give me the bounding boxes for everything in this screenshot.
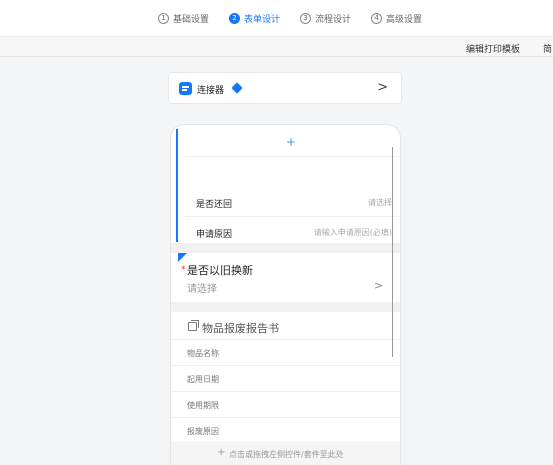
chevron-right-icon: > [377,80,388,95]
toolbar: 编辑打印模板 简 [0,37,553,57]
field-placeholder: 请输入申请原因(必填) [313,228,392,237]
step-advanced-settings[interactable]: 4 高级设置 [371,12,422,25]
connector-card[interactable]: 连接器 > [168,72,402,104]
step-label: 表单设计 [244,15,281,25]
required-mark: * [181,265,186,275]
step-process-design[interactable]: 3 流程设计 [300,12,351,25]
add-field-plus-icon[interactable]: + [286,136,296,148]
chevron-right-icon: > [374,279,384,292]
sub-table-row[interactable]: 起用日期 [171,366,400,392]
connector-icon [179,82,192,95]
step-number: 3 [300,13,312,24]
sub-field-label: 物品名称 [187,349,219,358]
form-field-return[interactable]: 是否还回 请选择 [184,187,400,217]
form-field-trade-in[interactable]: * 是否以旧换新 请选择 > [171,253,400,302]
diamond-badge-icon [231,82,243,94]
edit-print-template-button[interactable]: 编辑打印模板 [466,42,520,55]
sub-table-row[interactable]: 使用期限 [171,392,400,418]
selection-corner-mark [178,253,187,262]
sub-field-label: 起用日期 [187,375,219,384]
field-label: 申请原因 [196,230,233,240]
scrollbar[interactable] [392,147,393,357]
section-gap [171,243,400,253]
drop-zone[interactable]: + 点击或拖拽左侧控件/套件至此处 [171,441,400,465]
connector-label: 连接器 [197,86,225,96]
sub-table-row[interactable]: 物品名称 [171,340,400,366]
field-label: 是否以旧换新 [187,264,253,277]
step-bar: 1 基础设置 2 表单设计 3 流程设计 4 高级设置 [0,0,553,37]
step-label: 基础设置 [173,15,210,25]
sub-table-title: 物品报废报告书 [202,322,279,335]
copy-icon [188,320,199,331]
field-placeholder: 请选择 [368,198,392,207]
step-label: 高级设置 [386,15,423,25]
selected-field-group[interactable]: + 是否还回 请选择 申请原因 请输入申请原因(必填) [176,129,400,242]
field-label: 是否还回 [196,200,233,210]
steps-nav: 1 基础设置 2 表单设计 3 流程设计 4 高级设置 [158,12,442,25]
sub-field-label: 报废原因 [187,427,219,436]
step-number: 2 [229,13,241,24]
step-label: 流程设计 [315,15,352,25]
form-preview-phone: + 是否还回 请选择 申请原因 请输入申请原因(必填) * 是否以旧换新 请选择… [170,124,401,465]
step-number: 1 [158,13,169,24]
step-basic-settings[interactable]: 1 基础设置 [158,12,209,25]
divider [184,156,400,157]
field-placeholder: 请选择 [187,284,217,295]
plus-icon: + [217,447,226,458]
sub-field-label: 使用期限 [187,401,219,410]
simple-mode-button[interactable]: 简 [543,42,552,55]
sub-table-header: 物品报废报告书 [171,312,400,340]
section-gap [171,302,400,312]
drop-hint-text: 点击或拖拽左侧控件/套件至此处 [229,450,344,459]
step-form-design[interactable]: 2 表单设计 [229,12,280,25]
sub-table-scrap-report[interactable]: 物品报废报告书 物品名称 起用日期 使用期限 报废原因 [171,312,400,444]
step-number: 4 [371,13,383,24]
